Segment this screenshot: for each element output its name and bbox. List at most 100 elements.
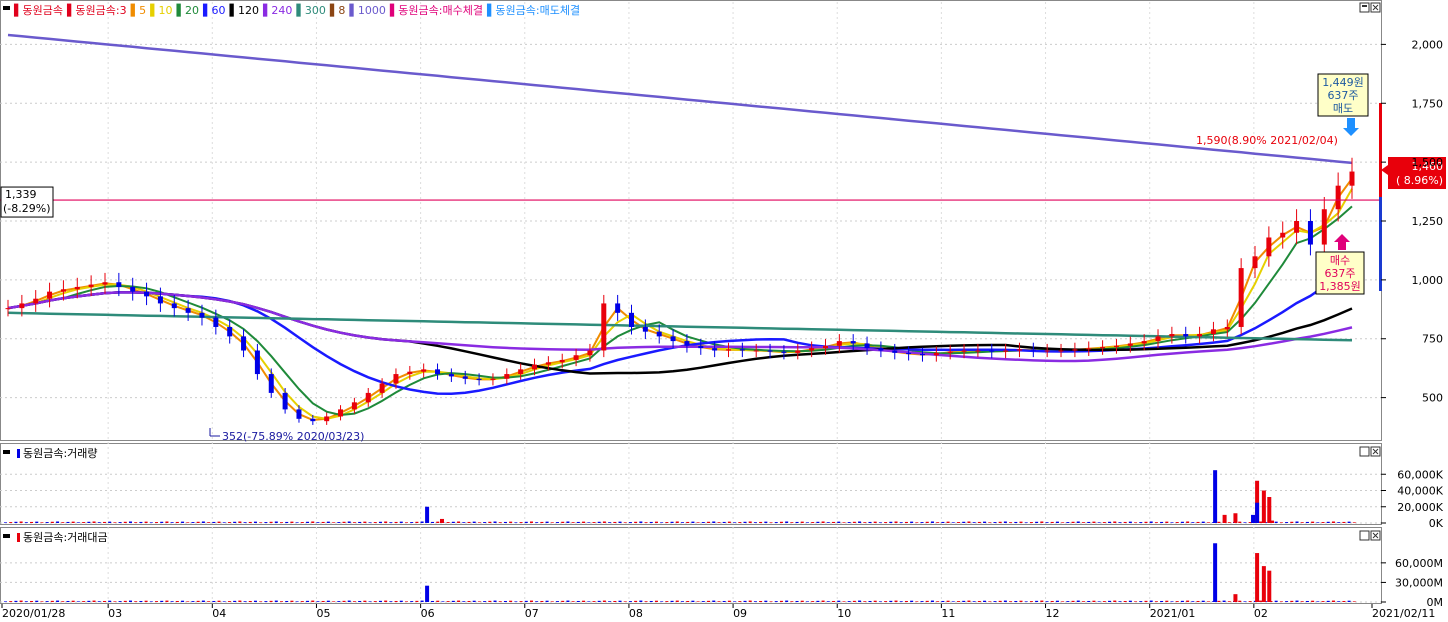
volume-bar — [1102, 522, 1106, 523]
maximize-icon[interactable] — [1359, 2, 1370, 13]
candle-body — [144, 291, 150, 297]
candle-body — [393, 374, 399, 384]
legend-handle-icon[interactable] — [3, 534, 10, 538]
volume-bar — [1238, 521, 1242, 523]
maximize-icon[interactable] — [1359, 530, 1370, 541]
volume-bar — [868, 600, 872, 602]
candle-body — [919, 354, 925, 356]
volume-bar — [71, 521, 75, 523]
volume-bar — [92, 600, 96, 602]
volume-bar — [503, 521, 507, 523]
volume-bar — [1279, 522, 1283, 523]
maximize-icon[interactable] — [1359, 446, 1370, 457]
volume-bar — [566, 521, 570, 523]
volume-bar — [431, 600, 435, 602]
volume-bar — [212, 521, 216, 523]
volume-bar — [191, 522, 195, 523]
date-tick-label: 03 — [108, 607, 122, 620]
volume-bar — [493, 521, 497, 523]
legend-handle-icon[interactable] — [3, 6, 10, 10]
volume-bar — [576, 521, 580, 523]
volume-bar — [1160, 521, 1164, 523]
candle-body — [850, 341, 856, 344]
volume-bar — [274, 521, 278, 523]
volume-bar — [514, 522, 518, 523]
volume-bar — [1144, 521, 1148, 523]
volume-panel[interactable] — [0, 443, 1382, 525]
candle-body — [1197, 334, 1203, 337]
candle-body — [241, 336, 247, 351]
volume-bar — [660, 601, 664, 602]
volume-bar — [451, 600, 455, 602]
volume-bar — [1259, 521, 1263, 523]
candle-body — [227, 326, 233, 337]
volume-bar — [691, 521, 695, 523]
volume-bar — [259, 601, 263, 602]
candle-body — [1016, 349, 1022, 351]
volume-bar — [1180, 521, 1184, 523]
candle-body — [642, 326, 648, 332]
volume-bar — [1045, 601, 1049, 602]
volume-bar — [951, 522, 955, 523]
candle-body — [1335, 185, 1341, 210]
candle-body — [698, 345, 704, 349]
volume-bar — [352, 522, 356, 523]
amount-panel[interactable] — [0, 527, 1382, 604]
volume-bar — [139, 600, 143, 602]
volume-bar — [1045, 522, 1049, 523]
date-tick-label: 02 — [1254, 607, 1268, 620]
volume-bar — [40, 522, 44, 523]
volume-bar — [332, 601, 336, 602]
candle-body — [5, 308, 11, 310]
stock-chart[interactable]: 1,339 (-8.29%) 1,590(8.90% 2021/02/04) 3… — [0, 0, 1448, 622]
volume-bar — [457, 521, 461, 523]
volume-bar — [670, 521, 674, 523]
volume-bar — [816, 521, 820, 523]
volume-bar — [337, 522, 341, 523]
volume-bar — [4, 601, 7, 602]
legend-item: ▌20 — [176, 3, 199, 17]
volume-bar — [404, 601, 408, 602]
volume-bar — [160, 521, 164, 523]
candle-body — [421, 369, 427, 372]
volume-bar — [373, 522, 377, 523]
volume-bar — [686, 600, 690, 602]
volume-bar — [941, 521, 945, 523]
volume-bar — [326, 600, 330, 602]
volume-bar — [644, 601, 648, 602]
price-tick-label: 2,000 — [1412, 38, 1444, 51]
legend-handle-icon[interactable] — [3, 450, 10, 454]
volume-bar — [1243, 522, 1247, 523]
volume-bar — [826, 522, 830, 523]
date-tick-label: 07 — [525, 607, 539, 620]
volume-bar — [748, 521, 752, 523]
volume-bar — [1009, 601, 1013, 602]
candle-body — [712, 348, 718, 351]
volume-bar — [733, 522, 737, 523]
volume-bar — [363, 600, 367, 602]
volume-bar — [1081, 522, 1085, 523]
volume-bar — [1035, 521, 1039, 523]
volume-bar — [248, 521, 252, 523]
candle-body — [1058, 350, 1064, 352]
candle-body — [338, 409, 344, 417]
volume-bar — [1206, 601, 1210, 602]
volume-spike-bar — [1267, 570, 1272, 602]
volume-bar — [920, 601, 924, 602]
volume-bar — [285, 600, 289, 602]
volume-bar — [378, 600, 382, 602]
volume-bar — [233, 600, 237, 602]
volume-spike-bar — [425, 585, 430, 602]
volume-bar — [634, 521, 638, 523]
volume-bar — [227, 601, 231, 602]
volume-bar — [1321, 522, 1325, 523]
candle-body — [1141, 341, 1147, 344]
volume-bar — [847, 601, 851, 602]
candle-body — [739, 349, 745, 351]
volume-bar — [1217, 521, 1221, 523]
candle-body — [462, 376, 468, 379]
volume-bar — [102, 600, 106, 602]
candle-body — [684, 341, 690, 346]
candle-body — [185, 308, 191, 313]
volume-bar — [509, 521, 513, 523]
